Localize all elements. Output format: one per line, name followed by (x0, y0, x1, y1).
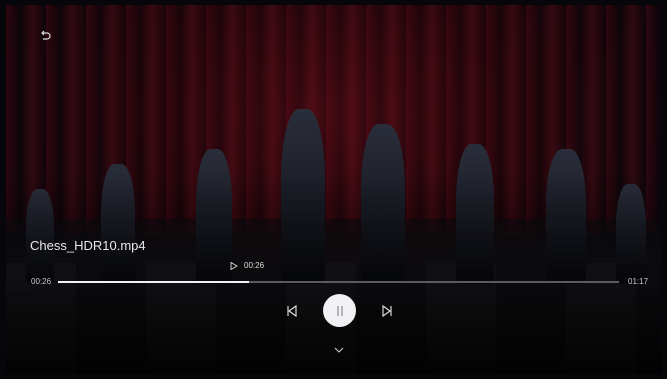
skip-previous-icon (287, 304, 297, 318)
video-player-screen: Chess_HDR10.mp4 00:26 00:26 01:17 (0, 0, 667, 379)
pause-icon (336, 305, 343, 316)
play-triangle-icon (230, 261, 238, 270)
expand-controls-button[interactable] (332, 344, 346, 356)
seek-preview-time: 00:26 (244, 261, 265, 270)
next-button[interactable] (377, 301, 397, 321)
progress-bar[interactable] (58, 281, 619, 283)
total-time: 01:17 (628, 277, 649, 286)
back-button[interactable] (38, 29, 52, 43)
current-time: 00:26 (31, 277, 52, 286)
chevron-down-icon (334, 347, 344, 353)
progress-fill (58, 281, 249, 283)
seek-preview: 00:26 (230, 261, 264, 270)
video-title: Chess_HDR10.mp4 (30, 238, 146, 253)
previous-button[interactable] (282, 301, 302, 321)
pause-button[interactable] (323, 294, 356, 327)
skip-next-icon (382, 304, 392, 318)
back-arrow-icon (41, 30, 51, 40)
